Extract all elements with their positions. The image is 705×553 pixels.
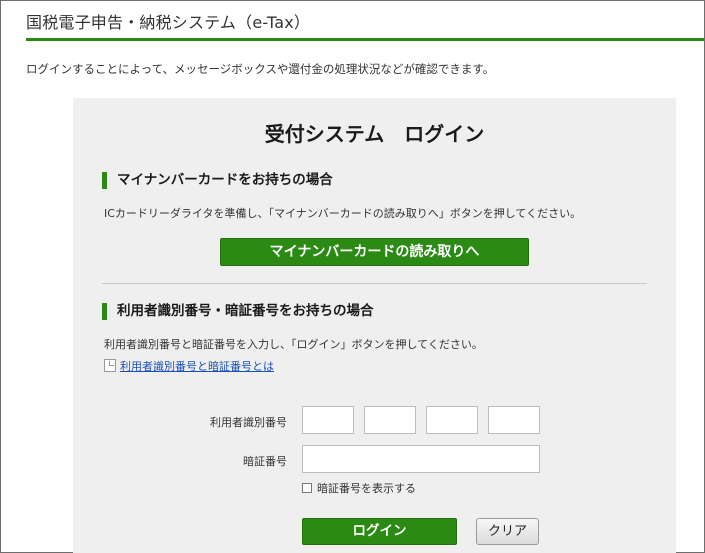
document-icon	[104, 359, 116, 372]
pin-input[interactable]	[302, 445, 540, 473]
page-header-title: 国税電子申告・納税システム（e-Tax）	[26, 13, 311, 32]
panel-title: 受付システム ログイン	[264, 122, 485, 146]
user-id-input-4[interactable]	[488, 406, 540, 434]
userid-help-link-row: 利用者識別番号と暗証番号とは	[104, 358, 274, 374]
userid-help-link[interactable]: 利用者識別番号と暗証番号とは	[120, 360, 274, 373]
mynumber-section-heading: マイナンバーカードをお持ちの場合	[102, 172, 333, 189]
user-id-input-1[interactable]	[302, 406, 354, 434]
pin-label: 暗証番号	[243, 455, 287, 468]
show-pin-checkbox[interactable]	[302, 483, 312, 493]
login-button[interactable]: ログイン	[302, 518, 457, 545]
show-pin-label: 暗証番号を表示する	[317, 482, 416, 495]
clear-button[interactable]: クリア	[476, 518, 539, 545]
login-panel: 受付システム ログイン マイナンバーカードをお持ちの場合 ICカードリーダライタ…	[73, 98, 676, 553]
section-divider	[102, 283, 647, 284]
user-id-label: 利用者識別番号	[210, 416, 287, 429]
read-mynumber-card-button[interactable]: マイナンバーカードの読み取りへ	[220, 238, 529, 266]
header-accent-bar	[26, 38, 704, 41]
user-id-input-2[interactable]	[364, 406, 416, 434]
user-id-input-3[interactable]	[426, 406, 478, 434]
mynumber-instructions: ICカードリーダライタを準備し、「マイナンバーカードの読み取りへ」ボタンを押して…	[104, 207, 582, 220]
userid-section-heading: 利用者識別番号・暗証番号をお持ちの場合	[102, 303, 374, 320]
userid-instructions: 利用者識別番号と暗証番号を入力し、「ログイン」ボタンを押してください。	[104, 338, 483, 351]
intro-text: ログインすることによって、メッセージボックスや還付金の処理状況などが確認できます…	[26, 62, 495, 76]
